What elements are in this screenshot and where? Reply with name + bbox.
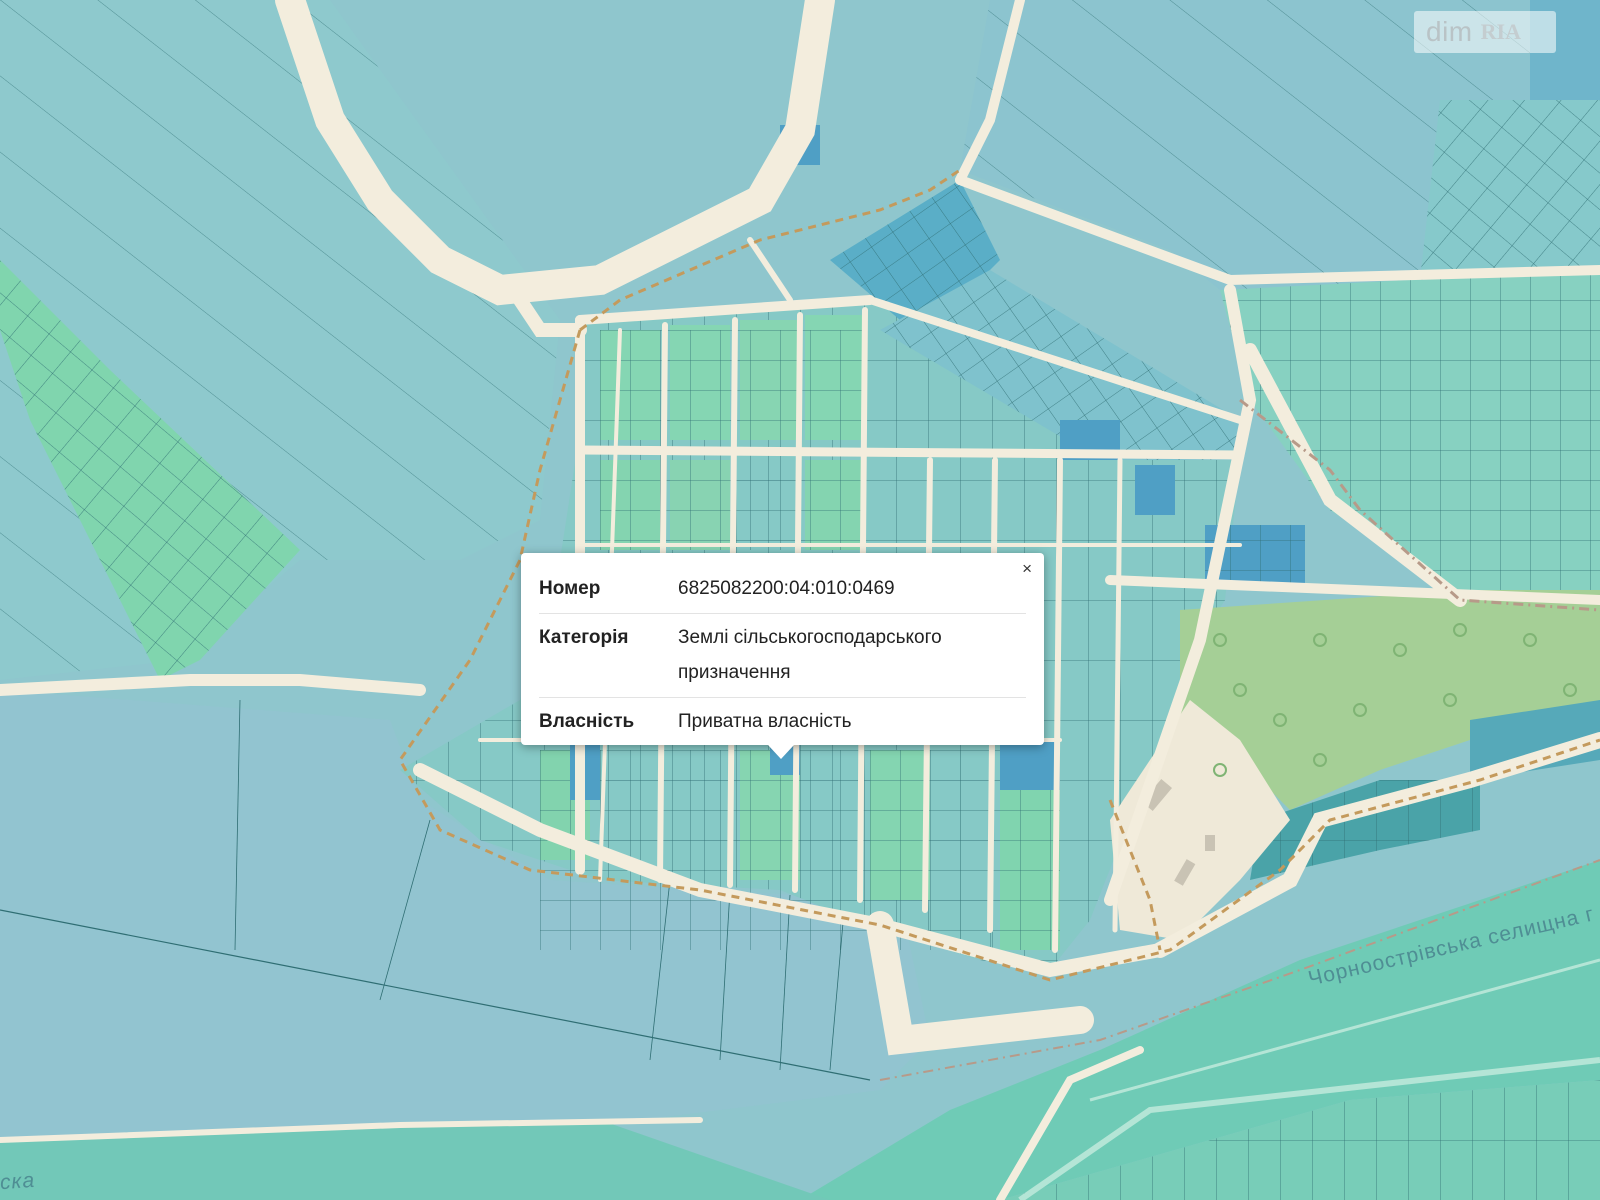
number-value: 6825082200:04:010:0469 xyxy=(678,578,895,599)
category-value: Землі сільськогосподарського призначення xyxy=(678,627,942,683)
row-ownership: Власність Приватна власність xyxy=(539,698,1026,746)
watermark-dim: dim xyxy=(1426,16,1473,47)
parcel-info-popup: × Номер 6825082200:04:010:0469 Категорія… xyxy=(521,553,1044,759)
watermark-ria: RIA xyxy=(1480,19,1521,44)
map-view[interactable]: dim RIA Чорноострівська селищна г ска × … xyxy=(0,0,1600,1200)
row-number: Номер 6825082200:04:010:0469 xyxy=(539,565,1026,614)
category-label: Категорія xyxy=(539,627,629,648)
ownership-value: Приватна власність xyxy=(678,711,852,732)
left-edge-label: ска xyxy=(0,1168,36,1195)
ownership-label: Власність xyxy=(539,711,635,732)
row-category: Категорія Землі сільськогосподарського п… xyxy=(539,614,1026,698)
number-label: Номер xyxy=(539,578,601,599)
close-icon[interactable]: × xyxy=(1022,559,1032,579)
dimria-watermark: dim RIA xyxy=(1414,11,1556,53)
